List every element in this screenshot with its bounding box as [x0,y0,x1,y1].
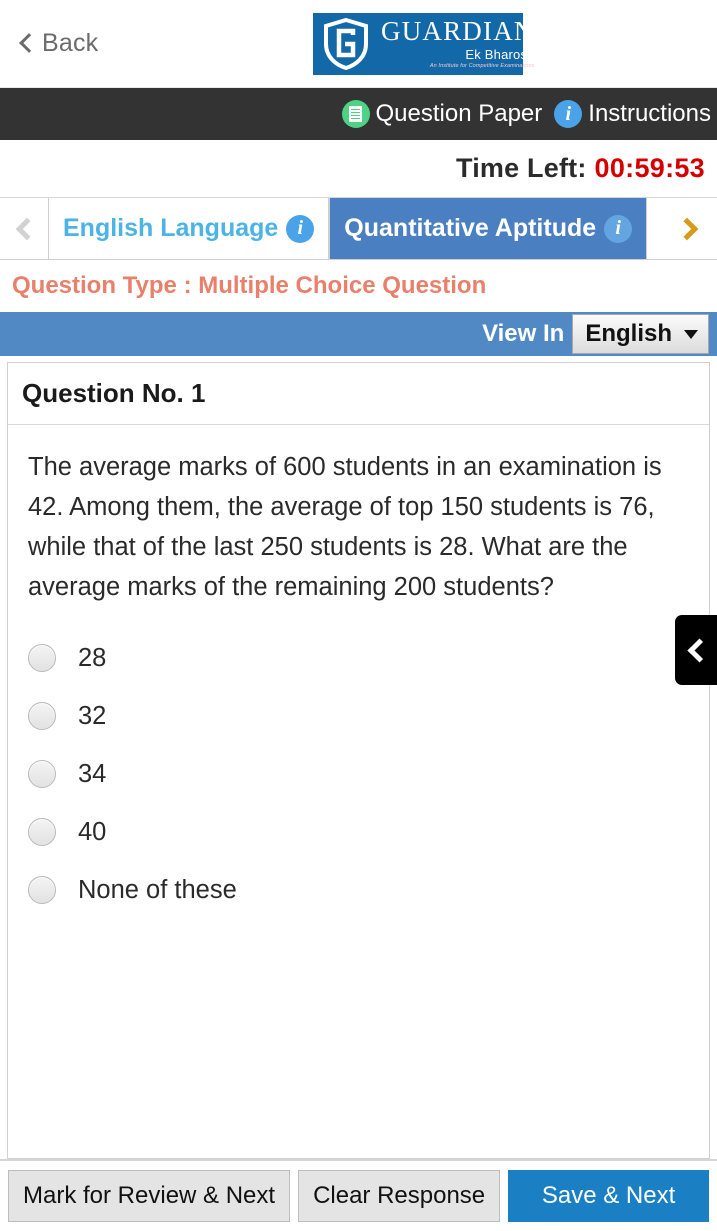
option-row[interactable]: 40 [28,803,689,861]
shield-icon [323,17,369,71]
guardian-logo: GUARDIAN Ek Bharosa An Institute for Com… [313,13,534,75]
section-tab-bar: English Language i Quantitative Aptitude… [0,198,717,260]
language-select[interactable]: English [572,314,709,354]
option-row[interactable]: 32 [28,687,689,745]
question-type-label: Question Type : Multiple Choice Question [0,260,717,312]
caret-down-icon [684,329,698,339]
sections-prev-button[interactable] [0,198,48,259]
option-label: 34 [78,759,107,788]
option-label: 28 [78,643,107,672]
radio-button[interactable] [28,644,56,672]
instructions-label: Instructions [588,100,711,127]
info-icon: i [554,100,583,128]
logo-subtagline: An Institute for Competitive Examination… [429,63,535,70]
radio-button[interactable] [28,760,56,788]
mark-for-review-button[interactable]: Mark for Review & Next [8,1170,291,1222]
info-icon[interactable]: i [286,214,315,243]
radio-button[interactable] [28,876,56,904]
option-row[interactable]: 28 [28,629,689,687]
instructions-button[interactable]: i Instructions [554,100,711,128]
time-left-value: 00:59:53 [594,153,705,183]
option-label: None of these [78,875,237,904]
question-paper-icon [341,100,370,128]
footer-action-bar: Mark for Review & Next Clear Response Sa… [0,1159,717,1231]
logo-text-block: GUARDIAN Ek Bharosa An Institute for Com… [381,18,535,70]
question-paper-label: Question Paper [375,100,543,127]
question-body: The average marks of 600 students in an … [8,425,709,1158]
tab-quantitative-aptitude[interactable]: Quantitative Aptitude i [329,198,648,259]
chevron-left-icon [19,33,39,53]
option-row[interactable]: None of these [28,861,689,919]
question-paper-button[interactable]: Question Paper [341,100,543,128]
question-panel: Question No. 1 The average marks of 600 … [7,362,710,1159]
sections-next-button[interactable] [662,198,717,259]
chevron-left-icon [686,637,712,663]
language-select-value: English [585,320,672,347]
radio-button[interactable] [28,702,56,730]
side-panel-toggle[interactable] [675,615,717,685]
dark-nav-bar: Question Paper i Instructions [0,88,717,140]
option-row[interactable]: 34 [28,745,689,803]
tab-quantitative-aptitude-label: Quantitative Aptitude [344,214,597,242]
time-left-label: Time Left: [456,153,587,183]
option-label: 40 [78,817,107,846]
clear-response-button[interactable]: Clear Response [298,1170,501,1222]
view-in-label: View In [482,320,565,347]
back-button-label: Back [42,29,99,57]
logo-name: GUARDIAN [381,16,535,47]
back-button[interactable]: Back [0,29,98,58]
option-label: 32 [78,701,107,730]
save-and-next-button[interactable]: Save & Next [508,1170,709,1222]
timer-bar: Time Left: 00:59:53 [0,140,717,198]
tab-english-language-label: English Language [63,214,279,242]
chevron-left-icon [15,217,38,240]
chevron-right-icon [675,217,699,240]
info-icon[interactable]: i [604,214,633,243]
exam-screen: Back GUARDIAN Ek Bharosa An Institute fo… [0,0,717,1231]
tab-english-language[interactable]: English Language i [48,198,330,259]
answer-options: 28 32 34 40 None of these [28,629,689,919]
logo-tagline: Ek Bharosa [465,47,535,63]
radio-button[interactable] [28,818,56,846]
document-lines-icon [349,106,362,122]
question-text: The average marks of 600 students in an … [28,453,662,601]
view-in-bar: View In English [0,312,717,356]
top-bar: Back GUARDIAN Ek Bharosa An Institute fo… [0,0,717,88]
section-tabs: English Language i Quantitative Aptitude… [48,198,662,259]
question-number: Question No. 1 [8,363,709,425]
